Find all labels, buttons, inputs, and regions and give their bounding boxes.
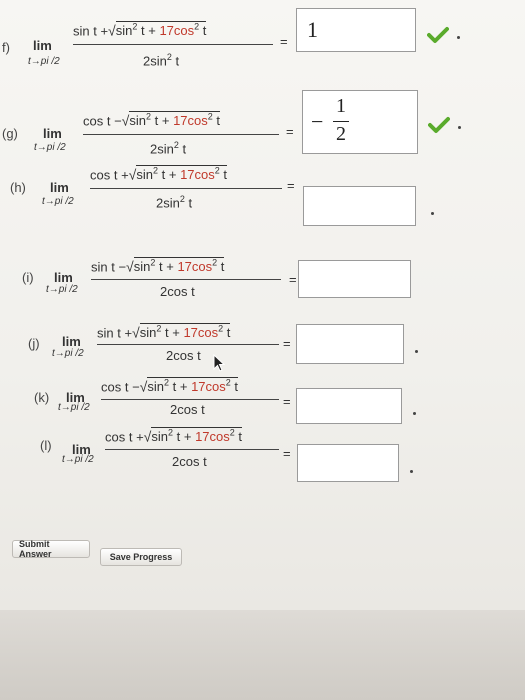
limit-subscript: t→pi /2 <box>34 142 66 153</box>
fraction-bar <box>101 399 279 400</box>
denominator: 2cos t <box>172 454 207 469</box>
answer-sign: − <box>311 109 324 134</box>
dot-marker <box>415 350 418 353</box>
lim-text: lim <box>33 38 52 53</box>
equals-sign: = <box>287 178 295 193</box>
problem-label: (j) <box>28 336 40 351</box>
sqrt-icon: √ <box>132 324 140 341</box>
check-icon <box>427 27 449 43</box>
problem-j: (j) lim t→pi /2 sin t +√sin2 t + 17cos2 … <box>0 323 525 384</box>
equals-sign: = <box>280 34 288 49</box>
save-progress-button[interactable]: Save Progress <box>100 548 182 566</box>
dot-marker <box>410 470 413 473</box>
problem-label: (g) <box>2 126 18 141</box>
problem-label: f) <box>2 40 10 55</box>
equals-sign: = <box>283 446 291 461</box>
problem-l: (l) lim t→pi /2 cos t +√sin2 t + 17cos2 … <box>0 427 525 502</box>
answer-input-i[interactable] <box>298 260 411 298</box>
submit-answer-button[interactable]: Submit Answer <box>12 539 90 559</box>
answer-input-f[interactable]: 1 <box>296 8 416 52</box>
lim-text: lim <box>62 334 81 349</box>
equals-sign: = <box>283 336 291 351</box>
problem-k: (k) lim t→pi /2 cos t −√sin2 t + 17cos2 … <box>0 377 525 446</box>
problem-label: (h) <box>10 180 26 195</box>
equals-sign: = <box>289 272 297 287</box>
limit-subscript: t→pi /2 <box>46 284 78 295</box>
answer-input-g[interactable]: − 1 2 <box>302 90 418 154</box>
answer-input-j[interactable] <box>296 324 404 364</box>
fraction-bar <box>105 449 279 450</box>
limit-subscript: t→pi /2 <box>52 348 84 359</box>
answer-input-l[interactable] <box>297 444 399 482</box>
answer-denominator: 2 <box>336 123 346 145</box>
numerator: sin t +√sin2 t + 17cos2 t <box>97 323 231 341</box>
limit-subscript: t→pi /2 <box>28 56 60 67</box>
fraction-bar <box>97 344 279 345</box>
fraction-bar <box>91 279 281 280</box>
lim-text: lim <box>50 180 69 195</box>
problem-g: (g) lim t→pi /2 cos t −√sin2 t + 17cos2 … <box>0 90 525 157</box>
equals-sign: = <box>283 394 291 409</box>
limit-subscript: t→pi /2 <box>62 454 94 465</box>
numerator: cos t −√sin2 t + 17cos2 t <box>101 377 239 395</box>
answer-fraction-bar <box>333 121 349 122</box>
mouse-cursor-icon <box>213 354 226 372</box>
denominator: 2sin2 t <box>150 140 187 157</box>
numerator: cos t −√sin2 t + 17cos2 t <box>83 111 221 129</box>
answer-value: 1 <box>307 17 318 42</box>
problem-label: (l) <box>40 438 52 453</box>
problem-label: (i) <box>22 270 34 285</box>
page: f) lim t→pi /2 sin t +√sin2 t + 17cos2 t… <box>0 0 525 700</box>
lim-text: lim <box>43 126 62 141</box>
dot-marker <box>458 126 461 129</box>
lim-text: lim <box>54 270 73 285</box>
denominator: 2cos t <box>160 284 195 299</box>
dot-marker <box>457 36 460 39</box>
check-icon <box>428 117 450 133</box>
dot-marker <box>413 412 416 415</box>
denominator: 2sin2 t <box>156 194 193 211</box>
numerator: sin t +√sin2 t + 17cos2 t <box>73 21 207 39</box>
denominator: 2sin2 t <box>143 52 180 69</box>
problem-label: (k) <box>34 390 50 405</box>
problem-h: (h) lim t→pi /2 cos t +√sin2 t + 17cos2 … <box>0 165 525 232</box>
answer-input-h[interactable] <box>303 186 416 226</box>
background-surface <box>0 610 525 700</box>
equals-sign: = <box>286 124 294 139</box>
fraction-bar <box>83 134 279 135</box>
answer-numerator: 1 <box>336 95 346 117</box>
limit-subscript: t→pi /2 <box>58 402 90 413</box>
denominator: 2cos t <box>170 402 205 417</box>
sqrt-icon: √ <box>108 22 116 39</box>
limit-subscript: t→pi /2 <box>42 196 74 207</box>
sqrt-icon: √ <box>126 258 134 275</box>
problem-i: (i) lim t→pi /2 sin t −√sin2 t + 17cos2 … <box>0 257 525 322</box>
fraction-bar <box>90 188 282 189</box>
answer-input-k[interactable] <box>296 388 402 424</box>
numerator: cos t +√sin2 t + 17cos2 t <box>105 427 243 445</box>
fraction-bar <box>73 44 273 45</box>
denominator: 2cos t <box>166 348 201 363</box>
numerator: cos t +√sin2 t + 17cos2 t <box>90 165 228 183</box>
numerator: sin t −√sin2 t + 17cos2 t <box>91 257 225 275</box>
problem-f: f) lim t→pi /2 sin t +√sin2 t + 17cos2 t… <box>0 8 525 74</box>
dot-marker <box>431 212 434 215</box>
